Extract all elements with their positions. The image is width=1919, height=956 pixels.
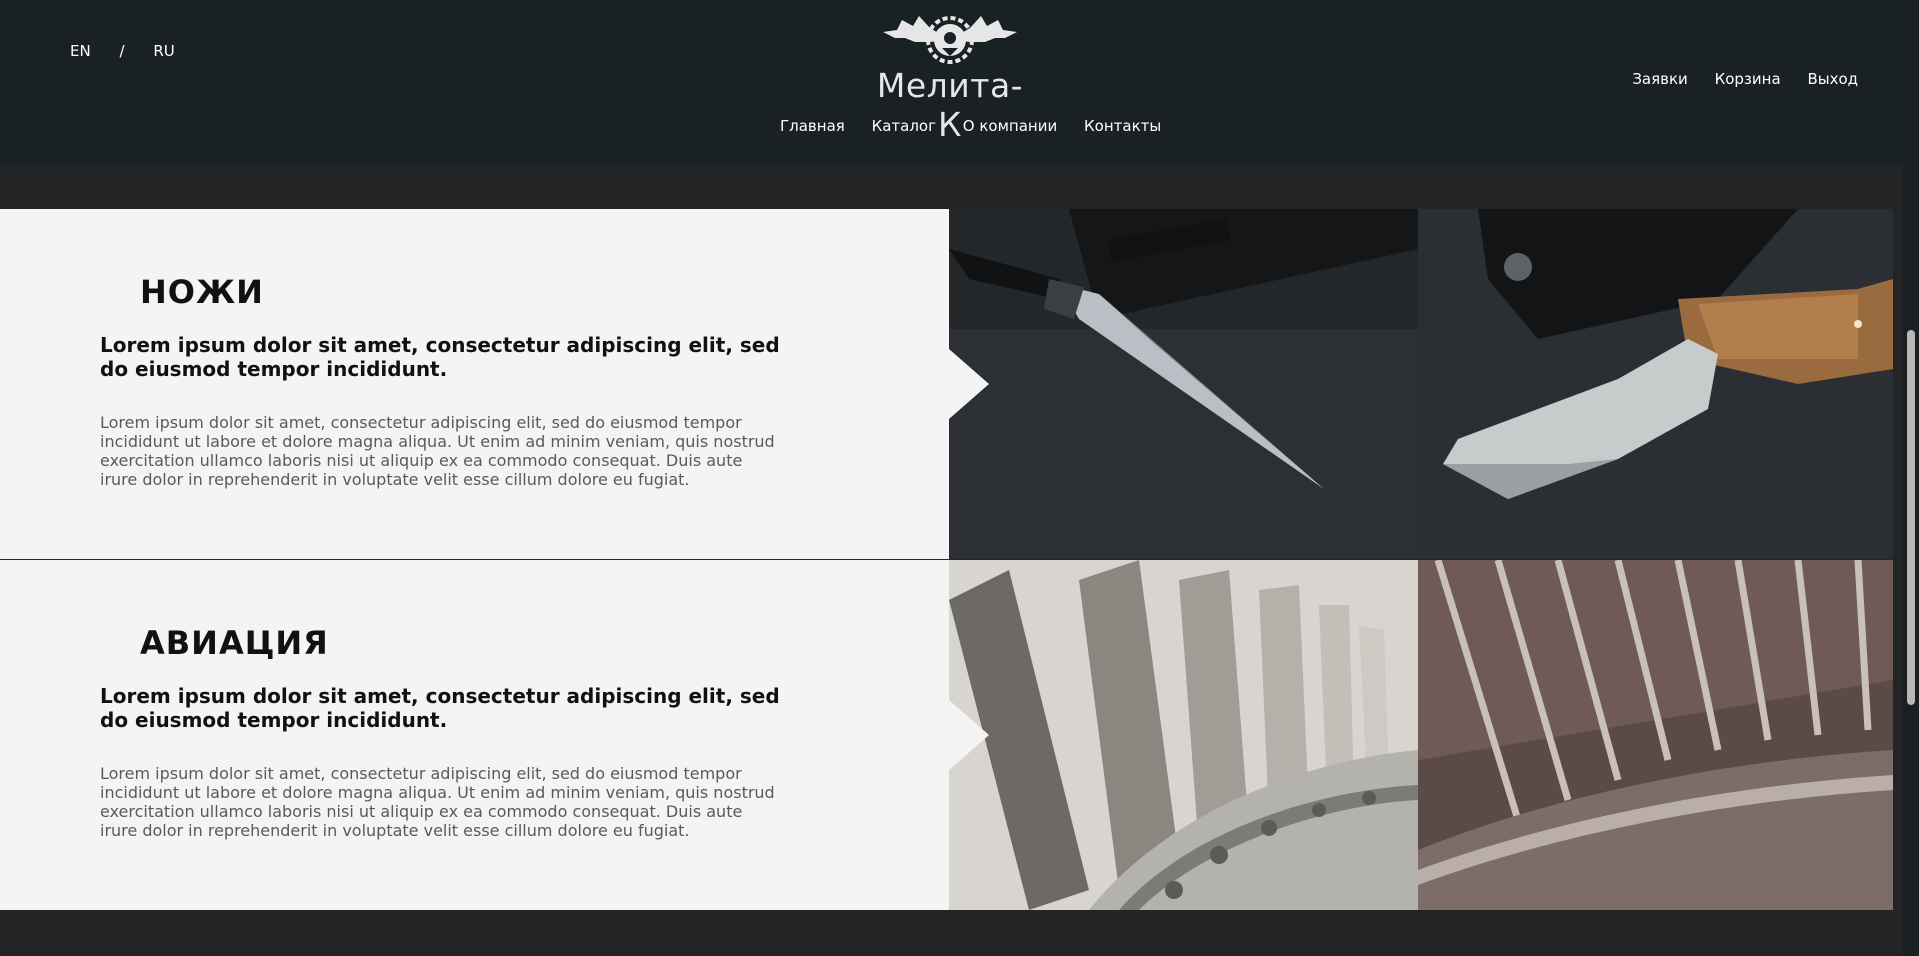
lang-separator: / bbox=[119, 42, 125, 60]
lang-ru-link[interactable]: RU bbox=[153, 42, 174, 60]
main-nav: Главная Каталог О компании Контакты bbox=[780, 117, 1183, 135]
nav-item-requests[interactable]: Заявки bbox=[1632, 70, 1687, 88]
section-subtitle: Lorem ipsum dolor sit amet, consectetur … bbox=[100, 684, 780, 732]
nav-item-home[interactable]: Главная bbox=[780, 117, 845, 135]
turbine-blades-image[interactable] bbox=[949, 560, 1418, 910]
turbine-disk-image[interactable] bbox=[1418, 560, 1893, 910]
section-subtitle: Lorem ipsum dolor sit amet, consectetur … bbox=[100, 333, 780, 381]
section-description: Lorem ipsum dolor sit amet, consectetur … bbox=[100, 413, 775, 489]
user-nav: Заявки Корзина Выход bbox=[1610, 70, 1858, 88]
nav-item-contacts[interactable]: Контакты bbox=[1084, 117, 1161, 135]
nav-item-catalog[interactable]: Каталог bbox=[872, 117, 936, 135]
section-title[interactable]: АВИАЦИЯ bbox=[140, 624, 329, 662]
category-section-knives: НОЖИ Lorem ipsum dolor sit amet, consect… bbox=[0, 209, 1893, 559]
category-section-aviation: АВИАЦИЯ Lorem ipsum dolor sit amet, cons… bbox=[0, 560, 1893, 910]
nav-item-cart[interactable]: Корзина bbox=[1715, 70, 1781, 88]
nav-item-about[interactable]: О компании bbox=[963, 117, 1057, 135]
lang-en-link[interactable]: EN bbox=[70, 42, 91, 60]
section-description: Lorem ipsum dolor sit amet, consectetur … bbox=[100, 764, 775, 840]
page-scrollbar-thumb[interactable] bbox=[1907, 330, 1915, 705]
nav-item-logout[interactable]: Выход bbox=[1807, 70, 1858, 88]
site-header: EN / RU Мелита-К Главная Каталог О компа… bbox=[0, 0, 1903, 165]
section-title[interactable]: НОЖИ bbox=[140, 273, 264, 311]
language-switcher: EN / RU bbox=[70, 42, 199, 60]
bat-emblem-icon bbox=[883, 16, 1017, 64]
dagger-knife-image[interactable] bbox=[949, 209, 1418, 559]
hunting-knife-image[interactable] bbox=[1418, 209, 1893, 559]
